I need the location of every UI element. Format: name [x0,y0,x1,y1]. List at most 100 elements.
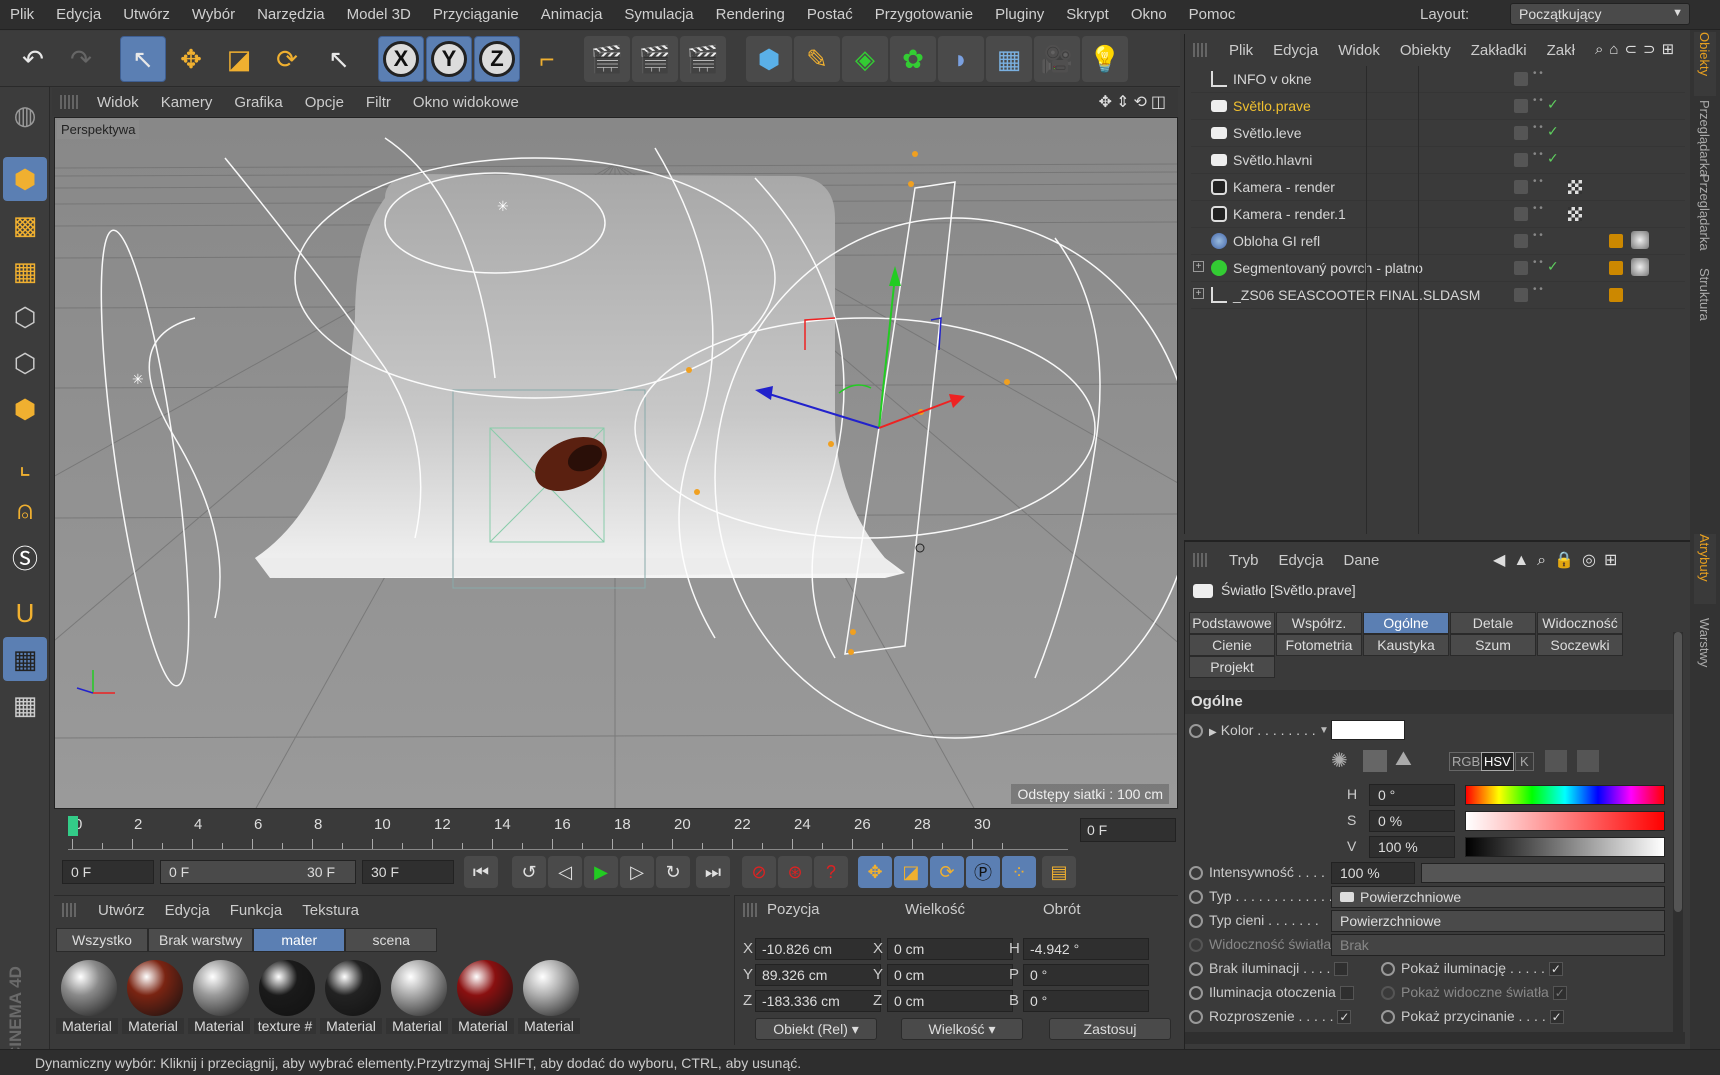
menu-4[interactable]: Narzędzia [246,6,336,23]
viewport-menu-3[interactable]: Opcje [294,94,355,111]
menu-10[interactable]: Postać [796,6,864,23]
x-axis-button[interactable]: X [378,36,424,82]
object-name[interactable]: INFO v okne [1233,71,1312,87]
animate-radio[interactable] [1381,986,1395,1001]
attribute-tab-1[interactable]: Współrz. [1276,612,1362,634]
next-key-button[interactable]: ↻ [656,856,690,888]
render-picture-viewer-button[interactable]: 🎬 [632,36,678,82]
object-name[interactable]: _ZS06 SEASCOOTER FINAL.SLDASM [1233,287,1480,303]
pen-button[interactable]: ✎ [794,36,840,82]
axis-mode-button[interactable]: ⌞ [3,443,47,487]
points-mode-button[interactable]: ⬡ [3,295,47,339]
scheme-settings-button[interactable]: ▤ [1042,856,1076,888]
attribute-tab-3[interactable]: Detale [1450,612,1536,634]
show-clipping-checkbox[interactable]: ✓ [1549,1010,1564,1025]
solo-button[interactable]: Ⓢ [3,535,47,579]
render-tag-icon[interactable] [1609,234,1623,248]
no-illumination-checkbox[interactable] [1334,962,1349,977]
apply-button[interactable]: Zastosuj [1049,1018,1171,1040]
go-to-end-button[interactable]: ⏭ [696,856,730,888]
scrollbar-thumb[interactable] [1674,632,1682,912]
polygons-mode-button[interactable]: ⬢ [3,387,47,431]
s-field[interactable]: 0 % [1369,810,1455,832]
object-name[interactable]: Obloha GI refl [1233,233,1320,249]
enabled-check-icon[interactable]: ✓ [1547,96,1559,113]
target-icon[interactable]: ◎ [1582,552,1604,569]
attribute-tab-4[interactable]: Widoczność [1537,612,1623,634]
rgb-mode-button[interactable]: RGB [1449,752,1484,771]
layer-icon[interactable] [1514,207,1528,221]
search-icon[interactable]: ⌕ [1595,41,1609,58]
layer-icon[interactable] [1514,288,1528,302]
pos-field[interactable]: -183.336 cm [755,990,881,1012]
tab-layers[interactable]: Warstwy [1694,618,1716,688]
image-icon[interactable]: ⛰ [1395,748,1412,771]
render-view-button[interactable]: 🎬 [584,36,630,82]
attribute-tab-6[interactable]: Fotometria [1276,634,1362,656]
rot-field[interactable]: 0 ° [1023,964,1149,986]
object-name[interactable]: Kamera - render [1233,179,1335,195]
material-item[interactable]: Material [450,956,516,1040]
visibility-select[interactable]: Brak [1331,934,1665,956]
menu-0[interactable]: Plik [0,6,45,23]
swatches-icon[interactable] [1577,750,1599,772]
record-pla-button[interactable]: ⁘ [1002,856,1036,888]
lock-workplane-button[interactable]: ▦ [3,637,47,681]
show-visible-checkbox[interactable]: ✓ [1552,986,1567,1001]
viewport-menu-1[interactable]: Kamery [150,94,224,111]
render-tag-icon[interactable] [1609,261,1623,275]
material-menu-2[interactable]: Funkcja [220,902,293,919]
viewport-menu-5[interactable]: Okno widokowe [402,94,530,111]
object-row[interactable]: + Segmentovaný povrch - platno • • ✓ [1191,255,1685,282]
chevron-down-icon[interactable]: ▼ [1319,725,1329,736]
y-axis-button[interactable]: Y [426,36,472,82]
menu-9[interactable]: Rendering [705,6,796,23]
autokeying-button[interactable]: ⊛ [778,856,812,888]
object-row[interactable]: Světlo.leve • • ✓ [1191,120,1685,147]
menu-14[interactable]: Okno [1120,6,1178,23]
viewport-menu-2[interactable]: Grafika [223,94,293,111]
attribute-tab-5[interactable]: Cienie [1189,634,1275,656]
material-tab-2[interactable]: mater [253,928,346,952]
color-wheel-icon[interactable]: ✺ [1331,748,1348,773]
menu-6[interactable]: Przyciąganie [422,6,530,23]
viewport-camera-label[interactable]: Perspektywa [57,120,140,139]
visibility-dots-icon[interactable]: • • [1533,231,1543,241]
object-name[interactable]: Kamera - render.1 [1233,206,1346,222]
attribute-tab-2[interactable]: Ogólne [1363,612,1449,634]
render-tag-icon[interactable] [1609,288,1623,302]
object-row[interactable]: Kamera - render • • [1191,174,1685,201]
attribute-tab-7[interactable]: Kaustyka [1363,634,1449,656]
intensity-slider[interactable] [1421,863,1665,883]
material-tag-icon[interactable] [1631,258,1649,276]
hsv-mode-button[interactable]: HSV [1481,752,1514,771]
show-illumination-checkbox[interactable]: ✓ [1548,962,1563,977]
attribute-tab-9[interactable]: Soczewki [1537,634,1623,656]
move-tool-button[interactable]: ✥ [168,36,214,82]
menu-5[interactable]: Model 3D [336,6,422,23]
size-field[interactable]: 0 cm [887,938,1013,960]
visibility-dots-icon[interactable]: • • [1533,258,1543,268]
saturation-slider[interactable] [1465,811,1665,831]
arrow-up-icon[interactable]: ▲ [1513,552,1537,569]
attribute-menu-1[interactable]: Edycja [1268,552,1333,569]
material-menu-0[interactable]: Utwórz [88,902,155,919]
scale-tool-button[interactable]: ◪ [216,36,262,82]
menu-12[interactable]: Pluginy [984,6,1055,23]
size-field[interactable]: 0 cm [887,990,1013,1012]
material-item[interactable]: Material [318,956,384,1040]
move-view-icon[interactable]: ✥ [1099,94,1116,111]
pos-field[interactable]: 89.326 cm [755,964,881,986]
menu-2[interactable]: Utwórz [112,6,181,23]
layer-icon[interactable] [1514,234,1528,248]
ambient-checkbox[interactable] [1339,986,1354,1001]
panel-grip-icon[interactable] [62,903,78,917]
panel-grip-icon[interactable] [1193,553,1209,567]
rotate-view-icon[interactable]: ⟲ [1133,94,1150,111]
animate-radio[interactable] [1189,938,1203,953]
lock-icon[interactable]: 🔒 [1554,552,1582,569]
new-panel-icon[interactable]: ⊞ [1604,552,1625,569]
tab-structure[interactable]: Struktura [1694,268,1716,338]
kelvin-mode-button[interactable]: K [1515,752,1534,771]
timeline-playhead[interactable] [68,816,78,836]
